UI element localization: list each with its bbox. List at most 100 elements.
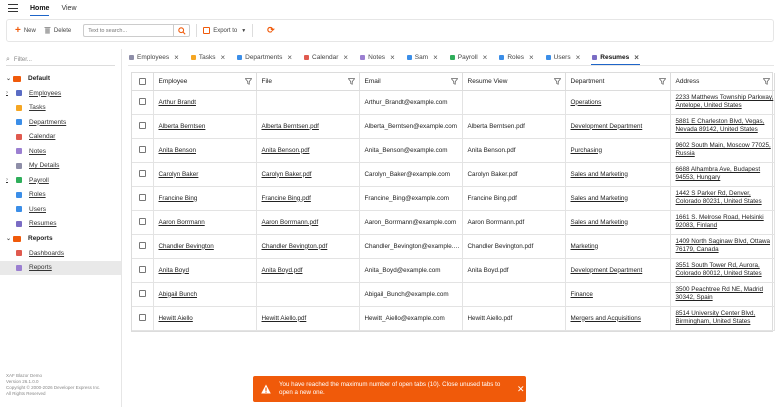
chevron-right-icon[interactable]: › <box>6 90 16 96</box>
export-button[interactable]: Export to ▼ <box>203 27 246 34</box>
refresh-icon[interactable]: ⟳ <box>267 25 275 36</box>
sidebar-item-my-details[interactable]: My Details <box>0 159 121 174</box>
column-header-file[interactable]: File <box>256 73 360 91</box>
cell-employee[interactable]: Aaron Borrmann <box>153 210 257 235</box>
cell-department[interactable]: Mergers and Acquisitions <box>565 306 671 331</box>
close-icon[interactable]: × <box>287 53 292 62</box>
cell-employee[interactable]: Hewitt Aiello <box>153 306 257 331</box>
sidebar-item-users[interactable]: Users <box>0 202 121 217</box>
cell-address[interactable]: 3551 South Tower Rd, Aurora, Colorado 80… <box>670 258 775 283</box>
close-icon[interactable]: × <box>343 53 348 62</box>
row-checkbox-cell[interactable] <box>132 186 154 211</box>
row-checkbox-cell[interactable] <box>132 162 154 187</box>
row-checkbox-cell[interactable] <box>132 258 154 283</box>
cell-department[interactable]: Development Department <box>565 114 671 139</box>
cell-department[interactable]: Marketing <box>565 234 671 259</box>
cell-employee[interactable]: Carolyn Baker <box>153 162 257 187</box>
cell-address[interactable]: 1442 S Parker Rd, Denver, Colorado 80231… <box>670 186 775 211</box>
tab-departments[interactable]: Departments × <box>236 50 293 65</box>
tab-users[interactable]: Users × <box>545 50 582 65</box>
nav-group-default[interactable]: ⌄ Default <box>0 71 121 86</box>
cell-department[interactable]: Operations <box>565 90 671 115</box>
table-row[interactable]: Hewitt Aiello Hewitt Aiello.pdf Hewitt_Aie… <box>132 306 775 331</box>
cell-department[interactable]: Purchasing <box>565 138 671 163</box>
cell-address[interactable]: 5881 E Charleston Blvd, Vegas, Nevada 89… <box>670 114 775 139</box>
table-row[interactable]: Aaron Borrmann Aaron Borrmann.pdf Aaron_Bo… <box>132 210 775 235</box>
close-icon[interactable]: × <box>174 53 179 62</box>
checkbox[interactable] <box>138 122 146 130</box>
tab-home[interactable]: Home <box>30 0 50 16</box>
tab-tasks[interactable]: Tasks × <box>190 50 226 65</box>
tab-sam[interactable]: Sam × <box>406 50 439 65</box>
sidebar-item-roles[interactable]: Roles <box>0 188 121 203</box>
sidebar-item-tasks[interactable]: Tasks <box>0 101 121 116</box>
checkbox[interactable] <box>138 314 146 322</box>
sidebar-item-departments[interactable]: Departments <box>0 115 121 130</box>
filter-icon[interactable] <box>762 78 770 85</box>
tab-calendar[interactable]: Calendar × <box>303 50 349 65</box>
chevron-right-icon[interactable]: › <box>6 177 16 183</box>
filter-icon[interactable] <box>658 78 666 85</box>
close-icon[interactable]: × <box>390 53 395 62</box>
sidebar-item-payroll[interactable]: › Payroll <box>0 173 121 188</box>
filter-icon[interactable] <box>347 78 355 85</box>
cell-department[interactable]: Finance <box>565 282 671 307</box>
cell-file[interactable]: Hewitt Aiello.pdf <box>256 306 360 331</box>
table-row[interactable]: Alberta Berntsen Alberta Berntsen.pdf Albe… <box>132 114 775 139</box>
cell-department[interactable]: Sales and Marketing <box>565 186 671 211</box>
row-checkbox-cell[interactable] <box>132 138 154 163</box>
tab-employees[interactable]: Employees × <box>128 50 180 65</box>
cell-employee[interactable]: Abigail Bunch <box>153 282 257 307</box>
table-row[interactable]: Chandler Bevington Chandler Bevington.pdf… <box>132 234 775 259</box>
tab-notes[interactable]: Notes × <box>359 50 396 65</box>
cell-employee[interactable]: Chandler Bevington <box>153 234 257 259</box>
search-button[interactable] <box>173 24 191 37</box>
cell-employee[interactable]: Francine Bing <box>153 186 257 211</box>
cell-address[interactable]: 9602 South Main, Moscow 77025, Russia <box>670 138 775 163</box>
cell-file[interactable] <box>256 282 360 307</box>
cell-department[interactable]: Sales and Marketing <box>565 162 671 187</box>
tab-payroll[interactable]: Payroll × <box>449 50 489 65</box>
tab-roles[interactable]: Roles × <box>498 50 534 65</box>
cell-employee[interactable]: Anita Benson <box>153 138 257 163</box>
close-icon[interactable]: ✕ <box>517 384 525 395</box>
cell-employee[interactable]: Arthur Brandt <box>153 90 257 115</box>
cell-address[interactable]: 1661 S. Melrose Road, Helsinki 92083, Fi… <box>670 210 775 235</box>
checkbox[interactable] <box>138 77 146 85</box>
checkbox[interactable] <box>138 146 146 154</box>
close-icon[interactable]: × <box>529 53 534 62</box>
table-row[interactable]: Abigail Bunch Abigail_Bunch@example.com Fi… <box>132 282 775 307</box>
cell-address[interactable]: 2233 Matthews Township Parkway, Antelope… <box>670 90 775 115</box>
table-row[interactable]: Carolyn Baker Carolyn Baker.pdf Carolyn_Ba… <box>132 162 775 187</box>
sidebar-item-employees[interactable]: › Employees <box>0 86 121 101</box>
close-icon[interactable]: × <box>576 53 581 62</box>
cell-file[interactable]: Alberta Berntsen.pdf <box>256 114 360 139</box>
cell-file[interactable]: Anita Boyd.pdf <box>256 258 360 283</box>
search-input[interactable] <box>83 24 174 37</box>
cell-department[interactable]: Development Department <box>565 258 671 283</box>
row-checkbox-cell[interactable] <box>132 114 154 139</box>
close-icon[interactable]: × <box>433 53 438 62</box>
cell-file[interactable] <box>256 90 360 115</box>
select-all-checkbox[interactable] <box>132 73 154 91</box>
row-checkbox-cell[interactable] <box>132 90 154 115</box>
checkbox[interactable] <box>138 242 146 250</box>
column-header-address[interactable]: Address <box>670 73 775 91</box>
close-icon[interactable]: × <box>483 53 488 62</box>
row-checkbox-cell[interactable] <box>132 306 154 331</box>
table-row[interactable]: Francine Bing Francine Bing.pdf Francine_B… <box>132 186 775 211</box>
row-checkbox-cell[interactable] <box>132 234 154 259</box>
sidebar-item-dashboards[interactable]: Dashboards <box>0 246 121 261</box>
filter-icon[interactable] <box>553 78 561 85</box>
checkbox[interactable] <box>138 194 146 202</box>
checkbox[interactable] <box>138 98 146 106</box>
row-checkbox-cell[interactable] <box>132 282 154 307</box>
column-header-resume-view[interactable]: Resume View <box>462 73 566 91</box>
table-row[interactable]: Anita Benson Anita Benson.pdf Anita_Benson… <box>132 138 775 163</box>
sidebar-item-calendar[interactable]: Calendar <box>0 130 121 145</box>
cell-address[interactable]: 8514 University Center Blvd, Birmingham,… <box>670 306 775 331</box>
menu-icon[interactable] <box>8 4 18 12</box>
close-icon[interactable]: × <box>634 53 639 62</box>
table-row[interactable]: Anita Boyd Anita Boyd.pdf Anita_Boyd@examp… <box>132 258 775 283</box>
cell-address[interactable]: 6688 Alhambra Ave, Budapest 94553, Hunga… <box>670 162 775 187</box>
